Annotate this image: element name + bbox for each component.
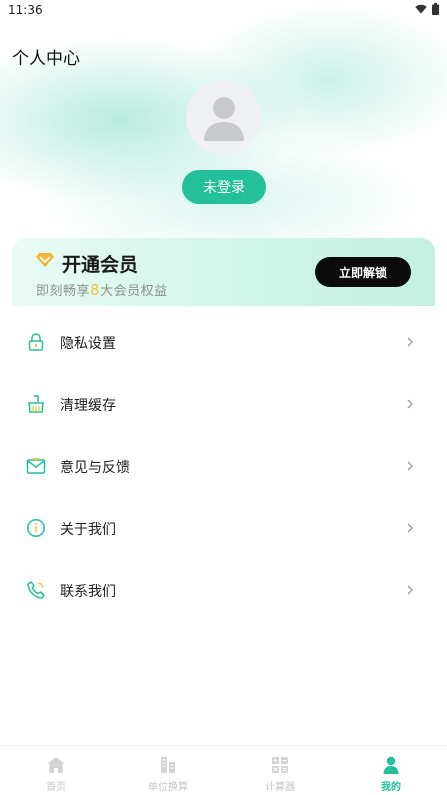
user-avatar-icon	[203, 96, 244, 141]
chevron-right-icon	[407, 337, 413, 347]
menu-item-contact[interactable]: 联系我们	[0, 559, 447, 621]
chevron-right-icon	[407, 585, 413, 595]
chevron-right-icon	[407, 399, 413, 409]
vip-banner[interactable]: 开通会员 即刻畅享8大会员权益 立即解锁	[12, 238, 435, 306]
unit-convert-icon	[161, 757, 175, 773]
person-icon	[383, 756, 399, 774]
status-time: 11:36	[8, 3, 43, 17]
tab-label: 首页	[46, 782, 66, 793]
vip-benefit-count: 8	[90, 281, 101, 299]
vip-title: 开通会员	[62, 254, 139, 276]
chevron-right-icon	[407, 461, 413, 471]
wifi-icon	[415, 4, 427, 14]
avatar[interactable]	[186, 80, 261, 155]
vip-subtitle-suffix: 大会员权益	[100, 284, 168, 299]
status-icons	[415, 3, 439, 15]
tab-calculator[interactable]: 计算器	[224, 746, 336, 795]
bottom-tab-bar: 首页 单位换算 计算器 我的	[0, 745, 447, 795]
menu-label: 清理缓存	[60, 398, 116, 414]
info-icon	[27, 519, 45, 537]
feedback-mail-icon	[26, 458, 46, 474]
chevron-right-icon	[407, 523, 413, 533]
menu-label: 意见与反馈	[60, 460, 130, 476]
page-title: 个人中心	[12, 49, 80, 69]
phone-icon	[27, 581, 45, 599]
tab-label: 我的	[381, 782, 401, 793]
menu-label: 隐私设置	[60, 336, 116, 352]
menu-item-feedback[interactable]: 意见与反馈	[0, 435, 447, 497]
menu-label: 联系我们	[60, 584, 116, 600]
login-button[interactable]: 未登录	[182, 170, 266, 204]
calculator-icon	[272, 757, 288, 773]
tab-label: 单位换算	[148, 782, 188, 793]
menu-label: 关于我们	[60, 522, 116, 538]
unlock-button[interactable]: 立即解锁	[315, 257, 411, 287]
vip-subtitle-prefix: 即刻畅享	[36, 284, 91, 299]
tab-unit-convert[interactable]: 单位换算	[112, 746, 224, 795]
diamond-icon	[36, 253, 54, 267]
tab-home[interactable]: 首页	[0, 746, 112, 795]
menu-item-privacy[interactable]: 隐私设置	[0, 311, 447, 373]
battery-icon	[432, 3, 439, 15]
lock-icon	[28, 333, 44, 351]
tab-label: 计算器	[265, 782, 295, 793]
menu-item-clear-cache[interactable]: 清理缓存	[0, 373, 447, 435]
status-bar: 11:36	[0, 0, 447, 22]
vip-subtitle: 即刻畅享8大会员权益	[36, 280, 168, 299]
broom-icon	[28, 395, 44, 413]
tab-mine[interactable]: 我的	[335, 746, 447, 795]
menu-item-about[interactable]: 关于我们	[0, 497, 447, 559]
home-icon	[47, 757, 65, 773]
